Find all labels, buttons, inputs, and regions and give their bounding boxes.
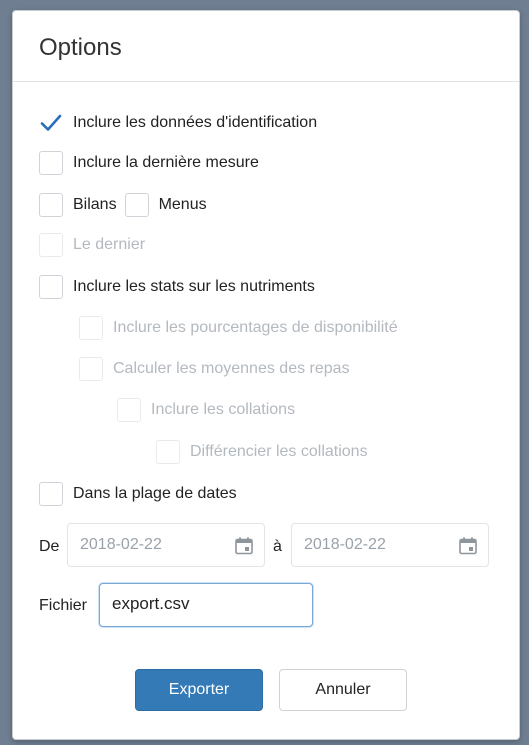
label-bilans: Bilans bbox=[73, 196, 117, 213]
label-include-last-measure: Inclure la dernière mesure bbox=[73, 154, 259, 171]
to-date-label: à bbox=[273, 538, 282, 555]
label-include-snacks: Inclure les collations bbox=[151, 401, 296, 418]
file-name-input[interactable] bbox=[112, 594, 302, 614]
check-icon bbox=[40, 114, 62, 131]
from-date-field[interactable]: 2018-02-22 bbox=[67, 523, 265, 567]
label-include-availability-pct: Inclure les pourcentages de disponibilit… bbox=[113, 319, 398, 336]
option-differentiate-snacks: Différencier les collations bbox=[156, 439, 368, 465]
label-include-identification: Inclure les données d'identification bbox=[73, 114, 318, 131]
checkbox-include-snacks bbox=[117, 398, 141, 422]
checkbox-compute-meal-averages bbox=[79, 357, 103, 381]
dialog-title: Options bbox=[39, 34, 122, 61]
checkbox-date-range[interactable] bbox=[39, 482, 63, 506]
file-name-field[interactable] bbox=[99, 583, 313, 627]
option-date-range[interactable]: Dans la plage de dates bbox=[39, 481, 237, 507]
dialog-header: Options bbox=[13, 11, 519, 82]
checkbox-bilans[interactable] bbox=[39, 193, 63, 217]
file-label: Fichier bbox=[39, 597, 88, 614]
checkbox-include-availability-pct bbox=[79, 316, 103, 340]
label-differentiate-snacks: Différencier les collations bbox=[190, 443, 368, 460]
checkbox-differentiate-snacks bbox=[156, 440, 180, 464]
checkbox-include-identification[interactable] bbox=[39, 111, 63, 135]
option-compute-meal-averages: Calculer les moyennes des repas bbox=[79, 356, 350, 382]
option-include-nutrient-stats[interactable]: Inclure les stats sur les nutriments bbox=[39, 274, 315, 300]
calendar-icon[interactable] bbox=[458, 536, 478, 561]
from-date-label: De bbox=[39, 538, 60, 555]
option-le-dernier: Le dernier bbox=[39, 232, 145, 258]
label-include-nutrient-stats: Inclure les stats sur les nutriments bbox=[73, 278, 315, 295]
option-include-last-measure[interactable]: Inclure la dernière mesure bbox=[39, 150, 259, 176]
option-include-identification[interactable]: Inclure les données d'identification bbox=[39, 110, 317, 136]
checkbox-include-last-measure[interactable] bbox=[39, 151, 63, 175]
cancel-button[interactable]: Annuler bbox=[279, 669, 407, 711]
export-button[interactable]: Exporter bbox=[135, 669, 263, 711]
option-include-snacks: Inclure les collations bbox=[117, 397, 295, 423]
option-bilans-menus: Bilans Menus bbox=[39, 192, 207, 218]
checkbox-menus[interactable] bbox=[124, 193, 149, 217]
checkbox-le-dernier bbox=[39, 233, 63, 257]
calendar-icon[interactable] bbox=[234, 536, 254, 561]
to-date-value: 2018-02-22 bbox=[304, 536, 386, 553]
from-date-value: 2018-02-22 bbox=[80, 536, 162, 553]
label-le-dernier: Le dernier bbox=[73, 236, 146, 253]
checkbox-include-nutrient-stats[interactable] bbox=[39, 275, 63, 299]
label-menus: Menus bbox=[158, 196, 207, 213]
options-dialog: Options Inclure les données d'identifica… bbox=[12, 10, 520, 740]
option-include-availability-pct: Inclure les pourcentages de disponibilit… bbox=[79, 315, 398, 341]
label-compute-meal-averages: Calculer les moyennes des repas bbox=[113, 360, 350, 377]
label-date-range: Dans la plage de dates bbox=[73, 485, 237, 502]
to-date-field[interactable]: 2018-02-22 bbox=[291, 523, 489, 567]
